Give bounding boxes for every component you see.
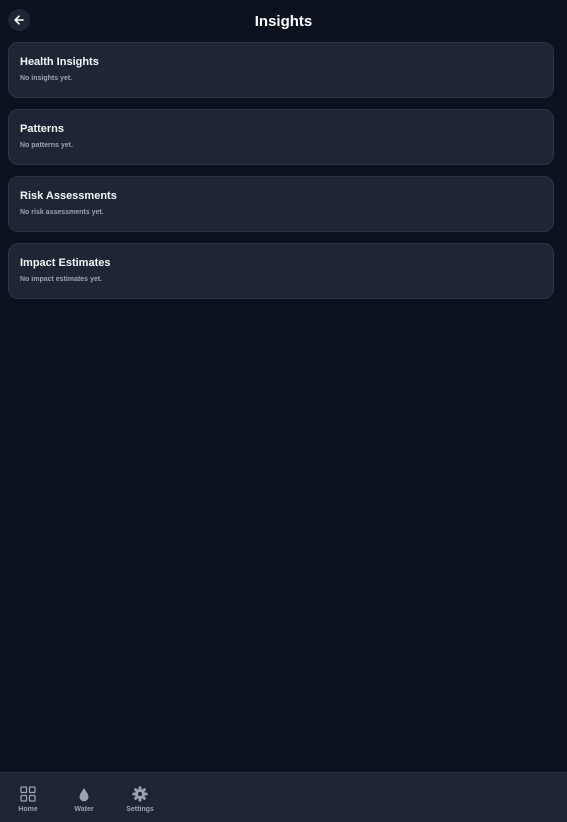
nav-label-settings: Settings xyxy=(126,806,154,813)
card-empty-state: No insights yet. xyxy=(20,75,73,82)
card-title: Health Insights xyxy=(20,56,99,68)
gear-icon xyxy=(132,786,148,802)
nav-item-home[interactable]: Home xyxy=(8,786,48,813)
health-insights-card: Health Insights No insights yet. xyxy=(8,42,554,98)
patterns-card: Patterns No patterns yet. xyxy=(8,109,554,165)
impact-estimates-card: Impact Estimates No impact estimates yet… xyxy=(8,243,554,299)
card-title: Impact Estimates xyxy=(20,257,111,269)
card-empty-state: No impact estimates yet. xyxy=(20,276,103,283)
insights-card-list: Health Insights No insights yet. Pattern… xyxy=(8,42,554,310)
card-title: Risk Assessments xyxy=(20,190,117,202)
nav-label-home: Home xyxy=(18,806,38,813)
water-drop-icon xyxy=(78,786,90,802)
card-empty-state: No patterns yet. xyxy=(20,142,73,149)
nav-item-water[interactable]: Water xyxy=(64,786,104,813)
grid-icon xyxy=(20,786,36,802)
nav-item-settings[interactable]: Settings xyxy=(120,786,160,813)
top-bar: Insights xyxy=(0,0,567,42)
risk-assessments-card: Risk Assessments No risk assessments yet… xyxy=(8,176,554,232)
card-empty-state: No risk assessments yet. xyxy=(20,209,104,216)
nav-label-water: Water xyxy=(74,806,94,813)
card-title: Patterns xyxy=(20,123,65,135)
app-screen: Insights Health Insights No insights yet… xyxy=(0,0,567,822)
page-title: Insights xyxy=(254,13,313,30)
bottom-navigation: Home Water Settings xyxy=(0,772,567,822)
